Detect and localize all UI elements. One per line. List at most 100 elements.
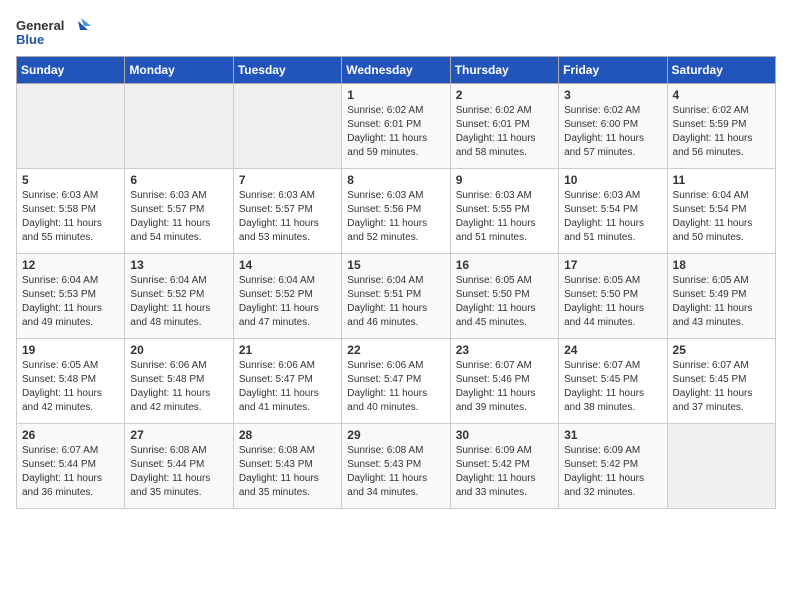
calendar-week-row: 5 Sunrise: 6:03 AM Sunset: 5:58 PM Daylig… (17, 169, 776, 254)
day-header-thursday: Thursday (450, 57, 558, 84)
day-number: 30 (456, 428, 553, 442)
day-info: Sunrise: 6:03 AM Sunset: 5:58 PM Dayligh… (22, 189, 119, 245)
calendar-week-row: 26 Sunrise: 6:07 AM Sunset: 5:44 PM Dayli… (17, 424, 776, 509)
calendar-week-row: 1 Sunrise: 6:02 AM Sunset: 6:01 PM Daylig… (17, 84, 776, 169)
logo-icon: General Blue (16, 16, 96, 48)
day-number: 28 (239, 428, 336, 442)
calendar-cell: 30 Sunrise: 6:09 AM Sunset: 5:42 PM Dayli… (450, 424, 558, 509)
day-info: Sunrise: 6:05 AM Sunset: 5:50 PM Dayligh… (456, 274, 553, 330)
calendar-table: SundayMondayTuesdayWednesdayThursdayFrid… (16, 56, 776, 509)
calendar-cell: 9Sunrise: 6:03 AM Sunset: 5:55 PM Daylig… (450, 169, 558, 254)
day-number: 15 (347, 258, 444, 272)
day-info: Sunrise: 6:07 AM Sunset: 5:46 PM Dayligh… (456, 359, 553, 415)
day-number: 17 (564, 258, 661, 272)
calendar-cell (17, 84, 125, 169)
day-number: 31 (564, 428, 661, 442)
svg-text:General: General (16, 18, 64, 33)
day-number: 24 (564, 343, 661, 357)
calendar-cell: 7 Sunrise: 6:03 AM Sunset: 5:57 PM Daylig… (233, 169, 341, 254)
day-number: 23 (456, 343, 553, 357)
calendar-cell: 23 Sunrise: 6:07 AM Sunset: 5:46 PM Dayli… (450, 339, 558, 424)
day-info: Sunrise: 6:03 AM Sunset: 5:57 PM Dayligh… (130, 189, 227, 245)
calendar-cell: 5 Sunrise: 6:03 AM Sunset: 5:58 PM Daylig… (17, 169, 125, 254)
day-info: Sunrise: 6:04 AM Sunset: 5:52 PM Dayligh… (130, 274, 227, 330)
calendar-cell: 14Sunrise: 6:04 AM Sunset: 5:52 PM Dayli… (233, 254, 341, 339)
calendar-cell: 17Sunrise: 6:05 AM Sunset: 5:50 PM Dayli… (559, 254, 667, 339)
calendar-cell: 2 Sunrise: 6:02 AM Sunset: 6:01 PM Daylig… (450, 84, 558, 169)
day-number: 18 (673, 258, 770, 272)
calendar-cell: 3Sunrise: 6:02 AM Sunset: 6:00 PM Daylig… (559, 84, 667, 169)
calendar-cell: 13 Sunrise: 6:04 AM Sunset: 5:52 PM Dayli… (125, 254, 233, 339)
day-number: 6 (130, 173, 227, 187)
day-header-monday: Monday (125, 57, 233, 84)
calendar-cell: 4Sunrise: 6:02 AM Sunset: 5:59 PM Daylig… (667, 84, 775, 169)
day-number: 29 (347, 428, 444, 442)
day-info: Sunrise: 6:02 AM Sunset: 6:01 PM Dayligh… (456, 104, 553, 160)
day-info: Sunrise: 6:06 AM Sunset: 5:47 PM Dayligh… (239, 359, 336, 415)
day-info: Sunrise: 6:02 AM Sunset: 6:01 PM Dayligh… (347, 104, 444, 160)
calendar-cell: 1 Sunrise: 6:02 AM Sunset: 6:01 PM Daylig… (342, 84, 450, 169)
day-info: Sunrise: 6:05 AM Sunset: 5:49 PM Dayligh… (673, 274, 770, 330)
day-info: Sunrise: 6:06 AM Sunset: 5:48 PM Dayligh… (130, 359, 227, 415)
calendar-cell: 20Sunrise: 6:06 AM Sunset: 5:48 PM Dayli… (125, 339, 233, 424)
day-number: 13 (130, 258, 227, 272)
day-info: Sunrise: 6:08 AM Sunset: 5:44 PM Dayligh… (130, 444, 227, 500)
calendar-cell: 15 Sunrise: 6:04 AM Sunset: 5:51 PM Dayli… (342, 254, 450, 339)
calendar-cell (233, 84, 341, 169)
day-info: Sunrise: 6:07 AM Sunset: 5:45 PM Dayligh… (673, 359, 770, 415)
day-number: 7 (239, 173, 336, 187)
day-info: Sunrise: 6:02 AM Sunset: 6:00 PM Dayligh… (564, 104, 661, 160)
day-number: 26 (22, 428, 119, 442)
day-info: Sunrise: 6:07 AM Sunset: 5:44 PM Dayligh… (22, 444, 119, 500)
calendar-cell: 11 Sunrise: 6:04 AM Sunset: 5:54 PM Dayli… (667, 169, 775, 254)
calendar-cell: 31 Sunrise: 6:09 AM Sunset: 5:42 PM Dayli… (559, 424, 667, 509)
calendar-cell: 18 Sunrise: 6:05 AM Sunset: 5:49 PM Dayli… (667, 254, 775, 339)
day-number: 5 (22, 173, 119, 187)
calendar-cell: 16 Sunrise: 6:05 AM Sunset: 5:50 PM Dayli… (450, 254, 558, 339)
day-info: Sunrise: 6:05 AM Sunset: 5:48 PM Dayligh… (22, 359, 119, 415)
calendar-week-row: 19 Sunrise: 6:05 AM Sunset: 5:48 PM Dayli… (17, 339, 776, 424)
day-info: Sunrise: 6:07 AM Sunset: 5:45 PM Dayligh… (564, 359, 661, 415)
day-header-sunday: Sunday (17, 57, 125, 84)
calendar-cell: 27Sunrise: 6:08 AM Sunset: 5:44 PM Dayli… (125, 424, 233, 509)
day-info: Sunrise: 6:04 AM Sunset: 5:53 PM Dayligh… (22, 274, 119, 330)
calendar-header-row: SundayMondayTuesdayWednesdayThursdayFrid… (17, 57, 776, 84)
day-number: 2 (456, 88, 553, 102)
logo: General Blue (16, 16, 96, 48)
day-info: Sunrise: 6:04 AM Sunset: 5:51 PM Dayligh… (347, 274, 444, 330)
calendar-cell: 24 Sunrise: 6:07 AM Sunset: 5:45 PM Dayli… (559, 339, 667, 424)
day-info: Sunrise: 6:09 AM Sunset: 5:42 PM Dayligh… (456, 444, 553, 500)
svg-text:Blue: Blue (16, 32, 44, 47)
day-info: Sunrise: 6:06 AM Sunset: 5:47 PM Dayligh… (347, 359, 444, 415)
day-info: Sunrise: 6:04 AM Sunset: 5:54 PM Dayligh… (673, 189, 770, 245)
day-number: 22 (347, 343, 444, 357)
calendar-cell: 6 Sunrise: 6:03 AM Sunset: 5:57 PM Daylig… (125, 169, 233, 254)
day-header-tuesday: Tuesday (233, 57, 341, 84)
day-info: Sunrise: 6:03 AM Sunset: 5:54 PM Dayligh… (564, 189, 661, 245)
day-number: 16 (456, 258, 553, 272)
calendar-cell: 21Sunrise: 6:06 AM Sunset: 5:47 PM Dayli… (233, 339, 341, 424)
day-number: 12 (22, 258, 119, 272)
calendar-cell: 26 Sunrise: 6:07 AM Sunset: 5:44 PM Dayli… (17, 424, 125, 509)
day-number: 9 (456, 173, 553, 187)
day-info: Sunrise: 6:03 AM Sunset: 5:56 PM Dayligh… (347, 189, 444, 245)
calendar-cell (125, 84, 233, 169)
calendar-cell (667, 424, 775, 509)
calendar-cell: 25 Sunrise: 6:07 AM Sunset: 5:45 PM Dayli… (667, 339, 775, 424)
day-number: 19 (22, 343, 119, 357)
calendar-cell: 29Sunrise: 6:08 AM Sunset: 5:43 PM Dayli… (342, 424, 450, 509)
day-number: 25 (673, 343, 770, 357)
calendar-cell: 12 Sunrise: 6:04 AM Sunset: 5:53 PM Dayli… (17, 254, 125, 339)
calendar-week-row: 12 Sunrise: 6:04 AM Sunset: 5:53 PM Dayli… (17, 254, 776, 339)
day-header-wednesday: Wednesday (342, 57, 450, 84)
day-number: 8 (347, 173, 444, 187)
day-info: Sunrise: 6:09 AM Sunset: 5:42 PM Dayligh… (564, 444, 661, 500)
calendar-cell: 28Sunrise: 6:08 AM Sunset: 5:43 PM Dayli… (233, 424, 341, 509)
day-number: 11 (673, 173, 770, 187)
day-number: 1 (347, 88, 444, 102)
day-header-saturday: Saturday (667, 57, 775, 84)
calendar-cell: 19 Sunrise: 6:05 AM Sunset: 5:48 PM Dayli… (17, 339, 125, 424)
day-info: Sunrise: 6:03 AM Sunset: 5:57 PM Dayligh… (239, 189, 336, 245)
page-header: General Blue (16, 16, 776, 48)
day-info: Sunrise: 6:04 AM Sunset: 5:52 PM Dayligh… (239, 274, 336, 330)
